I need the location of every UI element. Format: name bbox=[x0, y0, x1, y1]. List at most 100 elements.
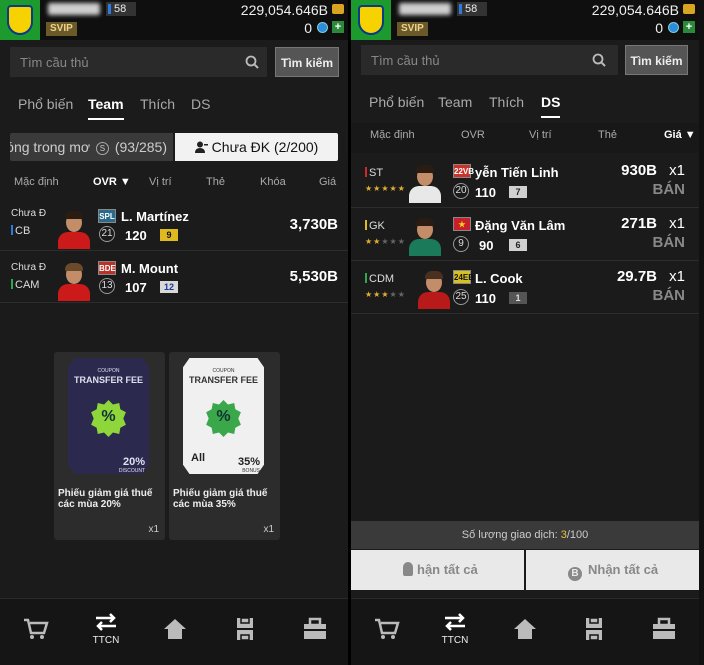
col-position[interactable]: Vị trí bbox=[149, 176, 172, 188]
tab-list[interactable]: DS bbox=[541, 94, 561, 118]
col-card[interactable]: Thẻ bbox=[206, 176, 225, 188]
coupon-label: Phiếu giảm giá thuế các mùa 35% bbox=[173, 488, 268, 510]
col-price[interactable]: Giá ▼ bbox=[664, 129, 696, 141]
segment-unregistered[interactable]: Chưa ĐK (2/200) bbox=[175, 133, 338, 161]
player-price: 271B bbox=[621, 215, 657, 232]
search-button[interactable]: Tìm kiếm bbox=[625, 45, 688, 75]
pitch-icon[interactable] bbox=[580, 615, 608, 643]
player-ovr: 90 bbox=[479, 238, 494, 253]
claim-all-button-right[interactable]: B Nhận tất cả bbox=[526, 550, 699, 590]
column-header: Mặc định OVR ▼ Vị trí Thẻ Khóa Giá bbox=[0, 170, 348, 194]
column-header: Mặc định OVR Vị trí Thẻ Giá ▼ bbox=[351, 123, 699, 153]
player-position: GK bbox=[365, 220, 385, 232]
search-box[interactable] bbox=[10, 47, 267, 77]
player-row[interactable]: GK ★★★★★ ★ 9 Đặng Văn Lâm 90 6 271B x1 B… bbox=[351, 208, 699, 261]
search-box[interactable] bbox=[361, 45, 618, 75]
ovr-circle: 13 bbox=[99, 278, 115, 294]
search-icon[interactable] bbox=[245, 55, 259, 69]
coupon-qty: x1 bbox=[148, 524, 159, 535]
tab-popular[interactable]: Phổ biến bbox=[18, 96, 73, 118]
player-position: ST bbox=[365, 167, 383, 179]
segment-owned[interactable]: bóng trong mơ S (93/285) bbox=[10, 133, 173, 161]
transfer-icon[interactable] bbox=[92, 609, 120, 637]
upgrade-level: 6 bbox=[509, 239, 527, 251]
player-qty: x1 bbox=[669, 268, 685, 285]
tab-favorites[interactable]: Thích bbox=[140, 96, 175, 118]
tab-popular[interactable]: Phổ biến bbox=[369, 94, 424, 116]
tab-bar: Phổ biến Team Thích DS bbox=[351, 90, 699, 120]
home-icon[interactable] bbox=[511, 615, 539, 643]
search-icon[interactable] bbox=[592, 53, 606, 67]
upgrade-level: 12 bbox=[160, 281, 178, 293]
cart-icon[interactable] bbox=[373, 615, 401, 643]
sell-button[interactable]: BÁN bbox=[653, 234, 686, 251]
bag-icon[interactable] bbox=[301, 615, 329, 643]
top-bar: 58 SVIP 229,054.646B 0 + bbox=[0, 0, 348, 40]
trade-count: Số lượng giao dịch: 3/100 bbox=[351, 521, 699, 549]
bottom-nav: TTCN bbox=[0, 598, 348, 665]
player-row[interactable]: ST ★★★★★ 22VB 20 yễn Tiến Linh 110 7 930… bbox=[351, 155, 699, 208]
col-default[interactable]: Mặc định bbox=[370, 129, 415, 141]
player-name: M. Mount bbox=[121, 261, 179, 276]
col-card[interactable]: Thẻ bbox=[598, 129, 617, 141]
sell-button[interactable]: BÁN bbox=[653, 287, 686, 304]
s-coin-icon: S bbox=[95, 142, 109, 155]
col-lock[interactable]: Khóa bbox=[260, 176, 286, 188]
player-price: 5,530B bbox=[289, 268, 338, 285]
player-name: L. Cook bbox=[475, 271, 523, 286]
player-position: CDM bbox=[365, 273, 394, 285]
search-input[interactable] bbox=[361, 45, 618, 75]
bag-icon[interactable] bbox=[650, 615, 678, 643]
tab-list[interactable]: DS bbox=[191, 96, 210, 118]
col-ovr[interactable]: OVR ▼ bbox=[93, 176, 131, 188]
player-portrait bbox=[55, 207, 93, 249]
cart-icon[interactable] bbox=[22, 615, 50, 643]
home-icon[interactable] bbox=[161, 615, 189, 643]
search-input[interactable] bbox=[10, 47, 267, 77]
tab-team[interactable]: Team bbox=[88, 96, 124, 120]
transfer-icon[interactable] bbox=[441, 609, 469, 637]
sort-desc-icon: ▼ bbox=[684, 129, 696, 141]
segment-owned-text: bóng trong mơ bbox=[10, 139, 91, 155]
col-price[interactable]: Giá bbox=[319, 176, 336, 188]
star-rating: ★★★★★ bbox=[365, 290, 406, 299]
coupon-card[interactable]: COUPON TRANSFER FEE % All 35% BONUS Phiế… bbox=[169, 352, 280, 540]
tab-favorites[interactable]: Thích bbox=[489, 94, 524, 116]
club-logo[interactable] bbox=[351, 0, 391, 40]
col-ovr[interactable]: OVR bbox=[461, 129, 485, 141]
player-position: CAM bbox=[11, 279, 39, 291]
nav-market-label[interactable]: TTCN bbox=[86, 635, 126, 646]
player-ovr: 107 bbox=[125, 280, 147, 295]
search-button[interactable]: Tìm kiếm bbox=[275, 47, 339, 77]
tab-team[interactable]: Team bbox=[438, 94, 472, 116]
ovr-circle: 21 bbox=[99, 226, 115, 242]
add-gems-button[interactable]: + bbox=[332, 21, 344, 33]
player-qty: x1 bbox=[669, 162, 685, 179]
player-ovr: 110 bbox=[475, 291, 496, 306]
gem-balance: 0 bbox=[304, 20, 312, 36]
player-portrait bbox=[406, 161, 444, 203]
claim-all-button-left[interactable]: hận tất cả bbox=[351, 550, 524, 590]
shirt-icon bbox=[403, 562, 413, 576]
sell-button[interactable]: BÁN bbox=[653, 181, 686, 198]
nav-market-label[interactable]: TTCN bbox=[435, 635, 475, 646]
add-gems-button[interactable]: + bbox=[683, 21, 695, 33]
segment-unregistered-label: Chưa ĐK (2/200) bbox=[211, 139, 319, 155]
crest-icon bbox=[358, 5, 384, 35]
star-rating: ★★★★★ bbox=[365, 184, 406, 193]
coupon-card[interactable]: COUPON TRANSFER FEE % 20% DISCOUNT Phiếu… bbox=[54, 352, 165, 540]
coin-balance: 229,054.646B bbox=[591, 2, 679, 18]
registration-status: Chưa Đ bbox=[11, 262, 47, 273]
player-row[interactable]: CDM ★★★★★ 24EB 25 L. Cook 110 1 29.7B x1… bbox=[351, 261, 699, 314]
player-row[interactable]: Chưa Đ CB SPL 21 L. Martínez 120 9 3,730… bbox=[0, 198, 348, 251]
season-badge: BDE bbox=[98, 261, 116, 275]
col-default[interactable]: Mặc định bbox=[14, 176, 59, 188]
coupon-qty: x1 bbox=[263, 524, 274, 535]
b-coin-icon: B bbox=[568, 567, 582, 581]
player-portrait bbox=[406, 214, 444, 256]
sort-desc-icon: ▼ bbox=[119, 176, 131, 188]
player-row[interactable]: Chưa Đ CAM BDE 13 M. Mount 107 12 5,530B bbox=[0, 250, 348, 303]
pitch-icon[interactable] bbox=[231, 615, 259, 643]
col-position[interactable]: Vị trí bbox=[529, 129, 552, 141]
club-logo[interactable] bbox=[0, 0, 40, 40]
